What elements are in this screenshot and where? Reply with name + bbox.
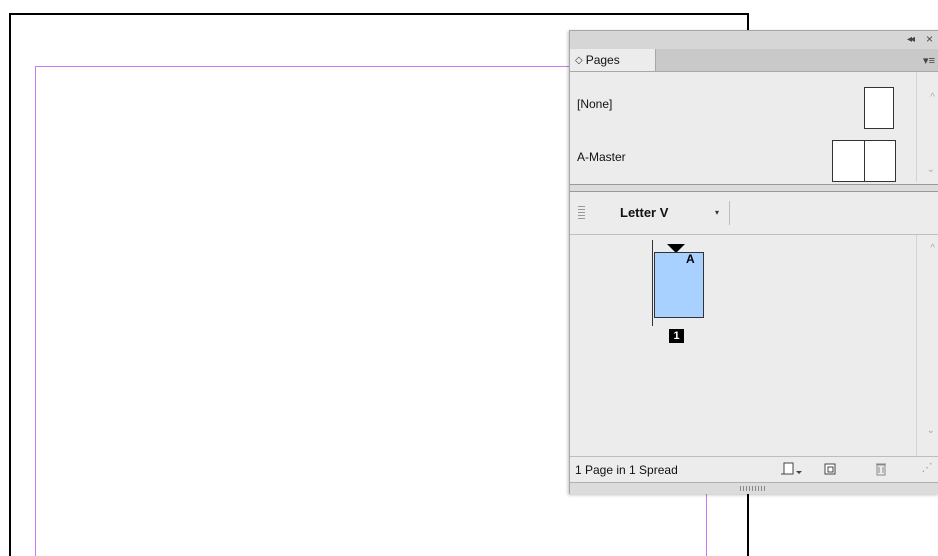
page-number-badge[interactable]: 1 [669,329,684,343]
pages-panel: ◂◂ × ◇ Pages ▾≡ [None] A-Master ^ ⌄ Lett… [569,30,938,494]
page-edge-top [9,13,749,15]
applied-master-letter: A [686,252,695,266]
master-item-none-label: [None] [577,97,613,111]
chevron-down-icon[interactable]: ▾ [715,208,719,217]
section-splitter[interactable] [570,184,938,192]
page-size-row: Letter V ▾ [570,193,938,235]
chevron-up-icon[interactable]: ^ [930,92,935,103]
tab-expand-icon: ◇ [575,54,583,66]
page-count-status: 1 Page in 1 Spread [575,463,678,477]
pages-section: A 1 ^ ⌄ [570,235,938,456]
panel-tab-row: ◇ Pages ▾≡ [570,49,938,72]
master-item-a-master-label: A-Master [577,150,626,164]
page-thumbnail[interactable] [654,252,704,318]
margin-guide-left [35,66,36,556]
page-size-icon [781,462,802,475]
pages-scroll-track[interactable] [916,235,917,456]
master-item-a-master[interactable]: A-Master [577,150,626,164]
size-divider [729,201,730,225]
close-icon[interactable]: × [926,32,933,46]
grip-dots-icon [740,486,766,491]
chevron-down-icon[interactable]: ⌄ [927,164,935,175]
tab-pages[interactable]: ◇ Pages [570,49,656,71]
panel-menu-icon[interactable]: ▾≡ [923,54,935,67]
resize-grip-icon[interactable]: ⋰ [918,461,936,477]
tab-pages-label: Pages [585,53,620,67]
chevron-down-icon[interactable]: ⌄ [927,425,935,436]
master-item-none[interactable]: [None] [577,97,612,111]
panel-footer: 1 Page in 1 Spread ⋰ [570,456,938,483]
trash-icon [876,463,886,476]
panel-bottom-grip[interactable] [570,482,938,494]
edit-page-size-button[interactable] [780,461,802,477]
create-new-page-button[interactable] [822,461,840,477]
delete-page-button[interactable] [872,461,890,477]
collapse-icon[interactable]: ◂◂ [907,34,915,45]
spread-spine [652,240,653,326]
masters-scroll-track[interactable] [916,72,917,182]
grip-icon[interactable] [578,206,585,220]
panel-titlebar[interactable]: ◂◂ × [570,31,938,50]
chevron-up-icon[interactable]: ^ [930,243,935,254]
page-edge-left [9,13,11,556]
master-thumb-none[interactable] [864,87,894,129]
new-page-icon [824,463,836,475]
page-size-select[interactable]: Letter V [620,205,668,220]
masters-section: [None] A-Master ^ ⌄ [570,72,938,182]
master-thumb-a-master[interactable] [832,140,896,182]
